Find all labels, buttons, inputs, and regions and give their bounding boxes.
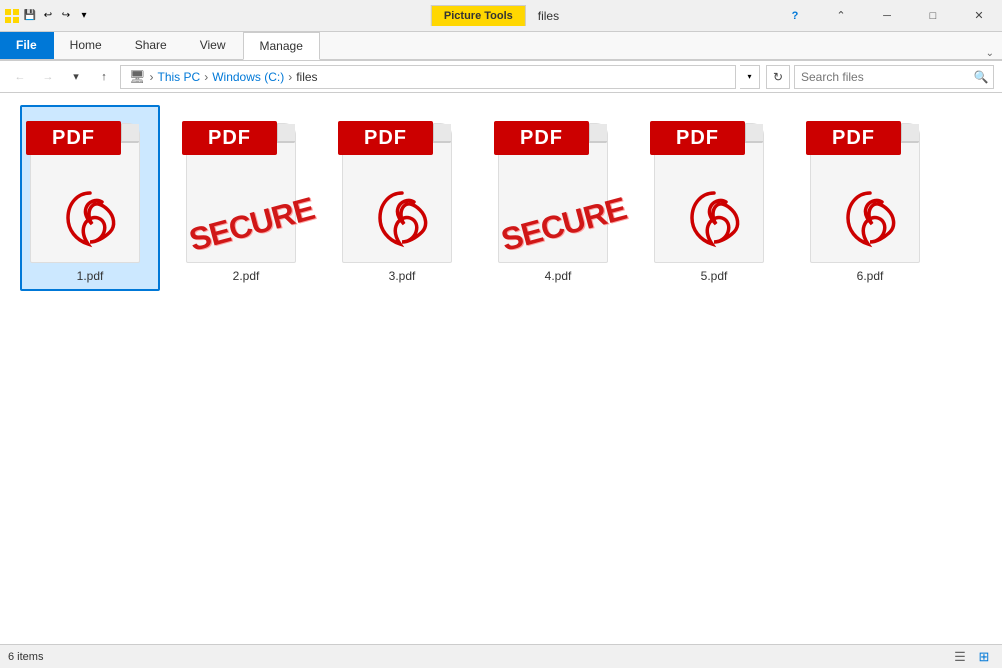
picture-tools-tab[interactable]: Picture Tools bbox=[431, 5, 526, 26]
refresh-button[interactable]: ↻ bbox=[766, 65, 790, 89]
close-button[interactable]: ✕ bbox=[956, 0, 1002, 32]
page-fold bbox=[745, 124, 763, 142]
ribbon-tab-bar: File Home Share View Manage ⌄ bbox=[0, 32, 1002, 60]
acrobat-logo bbox=[684, 188, 744, 253]
file-name: 1.pdf bbox=[77, 269, 104, 283]
search-input[interactable] bbox=[795, 70, 969, 84]
list-item[interactable]: PDF 3.pdf bbox=[332, 105, 472, 291]
pdf-banner: PDF bbox=[26, 121, 121, 155]
large-icons-view-button[interactable]: ⊞ bbox=[974, 647, 994, 667]
file-name: 6.pdf bbox=[857, 269, 884, 283]
pdf-label: PDF bbox=[364, 127, 407, 150]
list-item[interactable]: PDF 5.pdf bbox=[644, 105, 784, 291]
window-title: files bbox=[526, 5, 571, 27]
details-view-button[interactable]: ☰ bbox=[950, 647, 970, 667]
page-fold bbox=[277, 124, 295, 142]
path-separator-1: › bbox=[150, 70, 154, 84]
item-count: 6 items bbox=[8, 651, 43, 663]
path-separator-2: › bbox=[204, 70, 208, 84]
file-thumbnail: PDF SECURE bbox=[186, 113, 306, 263]
file-thumbnail: PDF bbox=[810, 113, 930, 263]
ribbon-chevron[interactable]: ⌄ bbox=[986, 48, 1002, 59]
pdf-label: PDF bbox=[52, 127, 95, 150]
redo-icon[interactable]: ↪ bbox=[58, 8, 74, 24]
window-controls: ? ⌃ ─ □ ✕ bbox=[772, 0, 1002, 32]
back-button[interactable]: ← bbox=[8, 65, 32, 89]
title-center: Picture Tools files bbox=[431, 5, 571, 27]
file-thumbnail: PDF bbox=[342, 113, 462, 263]
acrobat-logo bbox=[60, 188, 120, 253]
file-name: 4.pdf bbox=[545, 269, 572, 283]
maximize-button[interactable]: □ bbox=[910, 0, 956, 32]
list-item[interactable]: PDF 1.pdf bbox=[20, 105, 160, 291]
tab-manage[interactable]: Manage bbox=[243, 32, 320, 60]
forward-button[interactable]: → bbox=[36, 65, 60, 89]
pdf-banner: PDF bbox=[494, 121, 589, 155]
save-icon[interactable]: 💾 bbox=[22, 8, 38, 24]
recent-locations-button[interactable]: ▾ bbox=[64, 65, 88, 89]
up-button[interactable]: ↑ bbox=[92, 65, 116, 89]
dropdown-icon[interactable]: ▾ bbox=[76, 8, 92, 24]
pdf-label: PDF bbox=[832, 127, 875, 150]
page-fold bbox=[121, 124, 139, 142]
pdf-banner: PDF bbox=[182, 121, 277, 155]
page-fold bbox=[901, 124, 919, 142]
file-name: 3.pdf bbox=[389, 269, 416, 283]
ribbon-collapse-button[interactable]: ⌃ bbox=[818, 0, 864, 32]
tab-share[interactable]: Share bbox=[119, 31, 184, 59]
app-icon bbox=[4, 8, 20, 24]
list-item[interactable]: PDF 6.pdf bbox=[800, 105, 940, 291]
list-item[interactable]: PDF SECURE 2.pdf bbox=[176, 105, 316, 291]
acrobat-logo bbox=[372, 188, 432, 253]
pdf-banner: PDF bbox=[806, 121, 901, 155]
pdf-label: PDF bbox=[520, 127, 563, 150]
page-fold bbox=[589, 124, 607, 142]
tab-home[interactable]: Home bbox=[54, 31, 119, 59]
path-part-drive[interactable]: Windows (C:) bbox=[212, 70, 284, 84]
pdf-banner: PDF bbox=[338, 121, 433, 155]
help-button[interactable]: ? bbox=[772, 0, 818, 32]
file-thumbnail: PDF bbox=[30, 113, 150, 263]
address-dropdown-button[interactable]: ▾ bbox=[740, 65, 760, 89]
pdf-label: PDF bbox=[676, 127, 719, 150]
acrobat-logo bbox=[840, 188, 900, 253]
file-thumbnail: PDF bbox=[654, 113, 774, 263]
file-name: 2.pdf bbox=[233, 269, 260, 283]
path-current: files bbox=[296, 70, 317, 84]
title-bar: 💾 ↩ ↪ ▾ Picture Tools files ? ⌃ ─ □ ✕ bbox=[0, 0, 1002, 32]
undo-icon[interactable]: ↩ bbox=[40, 8, 56, 24]
page-fold bbox=[433, 124, 451, 142]
file-list: PDF 1.pdf PDF SECURE 2.pdf PDF 3.pdf bbox=[0, 93, 1002, 640]
view-controls: ☰ ⊞ bbox=[950, 647, 994, 667]
path-separator-3: › bbox=[288, 70, 292, 84]
search-box[interactable]: 🔍 bbox=[794, 65, 994, 89]
search-icon[interactable]: 🔍 bbox=[969, 65, 993, 89]
minimize-button[interactable]: ─ bbox=[864, 0, 910, 32]
quick-access-toolbar: 💾 ↩ ↪ ▾ bbox=[0, 8, 92, 24]
status-bar: 6 items ☰ ⊞ bbox=[0, 644, 1002, 668]
tab-view[interactable]: View bbox=[184, 31, 243, 59]
list-item[interactable]: PDF SECURE 4.pdf bbox=[488, 105, 628, 291]
address-path[interactable]: 🖥 › This PC › Windows (C:) › files bbox=[120, 65, 736, 89]
ribbon: File Home Share View Manage ⌄ bbox=[0, 32, 1002, 61]
file-thumbnail: PDF SECURE bbox=[498, 113, 618, 263]
path-part-thispc[interactable]: This PC bbox=[158, 70, 201, 84]
address-bar: ← → ▾ ↑ 🖥 › This PC › Windows (C:) › fil… bbox=[0, 61, 1002, 93]
file-name: 5.pdf bbox=[701, 269, 728, 283]
tab-file[interactable]: File bbox=[0, 31, 54, 59]
pdf-banner: PDF bbox=[650, 121, 745, 155]
pdf-label: PDF bbox=[208, 127, 251, 150]
